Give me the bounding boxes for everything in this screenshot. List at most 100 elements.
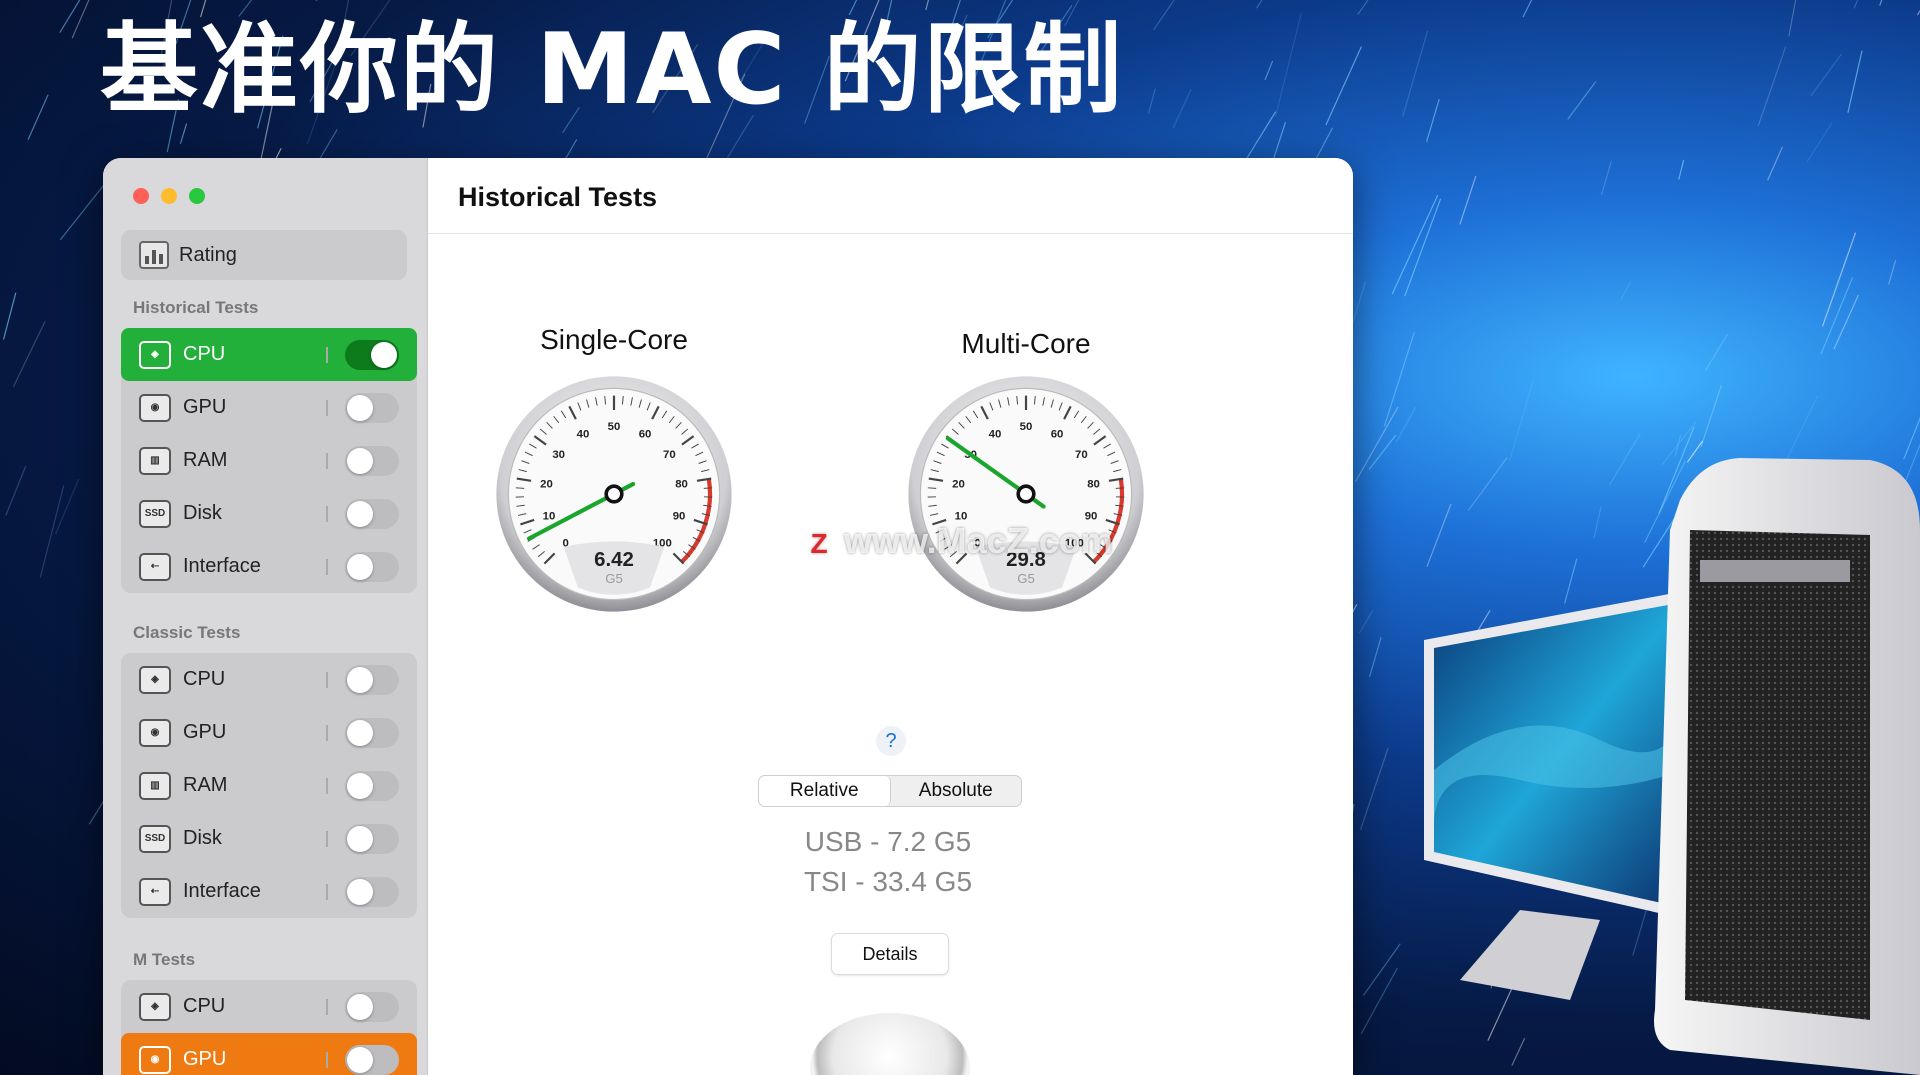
light-streak (1806, 122, 1833, 163)
light-streak (1357, 0, 1369, 15)
classic-item-gpu[interactable]: ◉ GPU (121, 706, 417, 759)
historical-item-cpu[interactable]: ◈ CPU (121, 328, 417, 381)
toggle-knob (347, 667, 373, 693)
cpu-icon: ◈ (139, 340, 171, 369)
light-streak (12, 321, 46, 388)
gauge-tick-label: 40 (577, 428, 590, 440)
gauge-value: 6.42 (594, 549, 634, 571)
historical-item-interface[interactable]: ⇠ Interface (121, 540, 417, 593)
toggle-knob (347, 554, 373, 580)
separator (326, 999, 328, 1015)
gauge-tick-label: 20 (952, 478, 965, 490)
light-streak (2, 292, 17, 340)
light-streak (1325, 46, 1362, 126)
help-button[interactable]: ? (876, 726, 906, 756)
light-streak (318, 129, 338, 160)
usb-icon: ⇠ (139, 877, 171, 906)
historical-tests-group: ◈ CPU ◉ GPU ▥ RAM SSD Disk ⇠ Interface (121, 328, 417, 593)
light-streak (1172, 88, 1192, 129)
historical-item-ram[interactable]: ▥ RAM (121, 434, 417, 487)
light-streak (1402, 30, 1429, 117)
toggle-knob (347, 720, 373, 746)
toggle-switch[interactable] (345, 771, 399, 801)
close-button[interactable] (133, 188, 149, 204)
toggle-switch[interactable] (345, 992, 399, 1022)
toggle-knob (347, 501, 373, 527)
gauge-hub (1016, 484, 1036, 504)
light-streak (1810, 53, 1842, 97)
light-streak (1358, 610, 1374, 634)
toggle-knob (347, 826, 373, 852)
sidebar-item-label: Interface (183, 555, 261, 577)
sidebar-item-label: CPU (183, 668, 226, 690)
historical-item-gpu[interactable]: ◉ GPU (121, 381, 417, 434)
classic-tests-group: ◈ CPU ◉ GPU ▥ RAM SSD Disk ⇠ Interface (121, 653, 417, 918)
m-tests-item-cpu[interactable]: ◈ CPU (121, 980, 417, 1033)
gauge-tick-label: 70 (1075, 449, 1088, 461)
gpu-icon: ◉ (139, 393, 171, 422)
gauge-tick-label: 50 (1020, 421, 1033, 433)
stat-line-usb: USB - 7.2 G5 (804, 826, 972, 857)
toggle-knob (347, 395, 373, 421)
separator (326, 672, 328, 688)
toggle-switch[interactable] (345, 1045, 399, 1075)
toggle-switch[interactable] (345, 393, 399, 423)
toggle-knob (371, 342, 397, 368)
light-streak (1459, 175, 1477, 225)
details-button[interactable]: Details (831, 933, 949, 975)
classic-item-interface[interactable]: ⇠ Interface (121, 865, 417, 918)
zoom-button[interactable] (189, 188, 205, 204)
toggle-switch[interactable] (345, 824, 399, 854)
light-streak (1853, 0, 1859, 9)
sidebar-item-label: Disk (183, 827, 222, 849)
minimize-button[interactable] (161, 188, 177, 204)
light-streak (1620, 280, 1632, 301)
gauge-tick-label: 80 (675, 478, 688, 490)
classic-item-ram[interactable]: ▥ RAM (121, 759, 417, 812)
toggle-knob (347, 448, 373, 474)
toggle-switch[interactable] (345, 340, 399, 370)
historical-item-disk[interactable]: SSD Disk (121, 487, 417, 540)
gauge-tick-label: 20 (540, 478, 553, 490)
light-streak (1888, 260, 1897, 285)
watermark-logo: Z (800, 525, 838, 563)
separator (326, 559, 328, 575)
toggle-knob (347, 773, 373, 799)
separator (326, 506, 328, 522)
classic-item-disk[interactable]: SSD Disk (121, 812, 417, 865)
divider (428, 233, 1353, 234)
separator (326, 884, 328, 900)
sidebar-item-label: CPU (183, 343, 226, 365)
gauge-tick-label: 30 (552, 449, 565, 461)
classic-item-cpu[interactable]: ◈ CPU (121, 653, 417, 706)
light-streak (1847, 50, 1863, 113)
toggle-switch[interactable] (345, 499, 399, 529)
sidebar-item-label: GPU (183, 721, 227, 743)
light-streak (1368, 636, 1382, 678)
sidebar-item-label: CPU (183, 995, 226, 1017)
segment-relative[interactable]: Relative (759, 776, 891, 806)
light-streak (1700, 385, 1722, 448)
m-tests-item-gpu[interactable]: ◉ GPU (121, 1033, 417, 1075)
toggle-switch[interactable] (345, 718, 399, 748)
light-streak (1678, 159, 1685, 180)
separator (326, 778, 328, 794)
segment-absolute[interactable]: Absolute (891, 776, 1022, 806)
light-streak (55, 478, 80, 535)
main-panel: Historical Tests Single-Core Multi-Core … (428, 158, 1353, 1075)
m-tests-group: ◈ CPU ◉ GPU (121, 980, 417, 1075)
cpu-icon: ◈ (139, 665, 171, 694)
toggle-switch[interactable] (345, 446, 399, 476)
gauge-unit: G5 (605, 571, 623, 586)
gauge-tick-label: 70 (663, 449, 676, 461)
separator (326, 831, 328, 847)
toggle-switch[interactable] (345, 552, 399, 582)
light-streak (1788, 0, 1797, 37)
light-streak (1383, 332, 1415, 427)
toggle-switch[interactable] (345, 665, 399, 695)
gauge-hub (604, 484, 624, 504)
gauge-tick-label: 60 (639, 428, 652, 440)
gpu-icon: ◉ (139, 718, 171, 747)
sidebar-item-rating[interactable]: Rating (121, 230, 407, 280)
toggle-switch[interactable] (345, 877, 399, 907)
